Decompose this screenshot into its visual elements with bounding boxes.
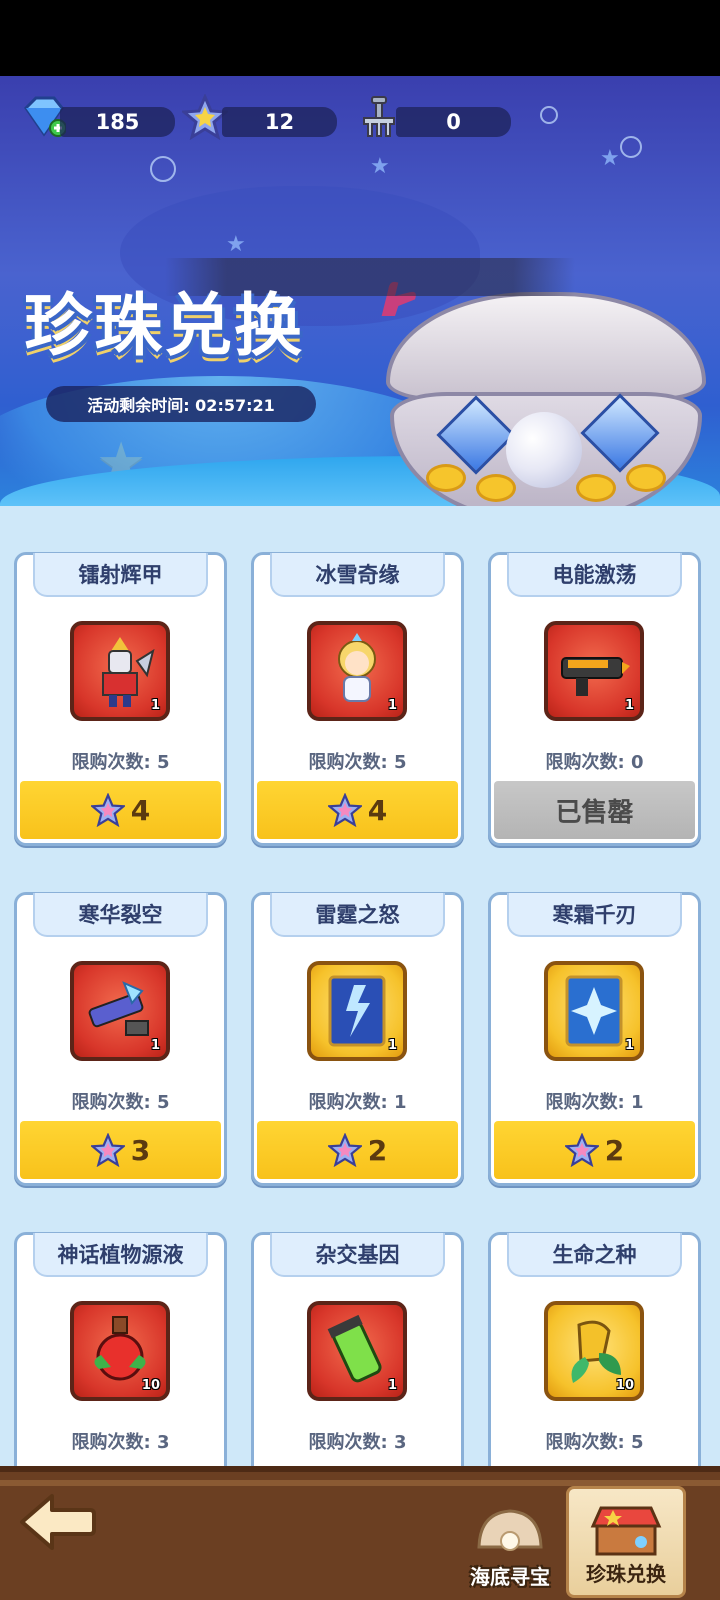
item-quantity: 1	[387, 1038, 397, 1053]
buy-button[interactable]: 4	[20, 781, 221, 839]
shop-item-card[interactable]: 电能激荡 1 限购次数: 0 已售罄	[488, 552, 701, 846]
item-name: 冰雪奇缘	[270, 553, 445, 597]
buy-button[interactable]: 2	[257, 1121, 458, 1179]
item-name: 神话植物源液	[33, 1233, 208, 1277]
item-quantity: 10	[615, 1378, 634, 1393]
buy-button[interactable]: 4	[257, 781, 458, 839]
bubble-decoration	[150, 156, 176, 182]
price-label: 4	[367, 793, 388, 827]
item-name: 寒霜千刃	[507, 893, 682, 937]
purchase-limit: 限购次数: 5	[545, 1432, 644, 1453]
item-quantity: 1	[387, 1378, 397, 1393]
thunder-card-icon: 1	[307, 961, 407, 1061]
item-name-text: 电能激荡	[552, 563, 637, 587]
item-name-text: 生命之种	[552, 1243, 637, 1267]
tab-treasure-hunt[interactable]: 海底寻宝	[450, 1486, 570, 1598]
tab-label: 珍珠兑换	[586, 1562, 666, 1586]
item-name-text: 神话植物源液	[57, 1243, 184, 1267]
purchase-limit: 限购次数: 1	[308, 1092, 407, 1113]
item-quantity: 10	[141, 1378, 160, 1393]
shop-stall-icon	[590, 1506, 662, 1556]
rake-counter: 0	[396, 107, 511, 137]
bubble-decoration	[620, 136, 642, 158]
item-name: 杂交基因	[270, 1233, 445, 1277]
frost-card-icon: 1	[544, 961, 644, 1061]
event-timer: 活动剩余时间: 02:57:21	[46, 386, 316, 422]
item-name-text: 杂交基因	[315, 1243, 400, 1267]
rake-count: 0	[446, 110, 461, 134]
price-label: 4	[130, 793, 151, 827]
star-decoration: ★	[226, 232, 246, 257]
shell-icon	[477, 1509, 543, 1551]
electric-gun-icon: 1	[544, 621, 644, 721]
star-decoration: ★	[600, 146, 620, 171]
gene-tube-icon: 1	[307, 1301, 407, 1401]
item-name: 雷霆之怒	[270, 893, 445, 937]
tab-pearl-exchange[interactable]: 珍珠兑换	[566, 1486, 686, 1598]
item-name-text: 寒霜千刃	[552, 903, 637, 927]
life-seed-icon: 10	[544, 1301, 644, 1401]
status-bar	[0, 0, 720, 76]
shop-item-card[interactable]: 寒华裂空 1 限购次数: 5 3	[14, 892, 227, 1186]
purchase-limit: 限购次数: 5	[308, 752, 407, 773]
item-name-text: 雷霆之怒	[315, 903, 400, 927]
star-shell-icon	[327, 793, 362, 827]
star-counter: 12	[222, 107, 337, 137]
purchase-limit: 限购次数: 5	[71, 752, 170, 773]
item-name: 电能激荡	[507, 553, 682, 597]
shop-item-card[interactable]: 神话植物源液 10 限购次数: 3	[14, 1232, 227, 1466]
item-quantity: 1	[150, 698, 160, 713]
shop-item-card[interactable]: 杂交基因 1 限购次数: 3	[251, 1232, 464, 1466]
purchase-limit: 限购次数: 1	[545, 1092, 644, 1113]
ice-cannon-icon: 1	[70, 961, 170, 1061]
star-count: 12	[264, 110, 295, 134]
item-quantity: 1	[150, 1038, 160, 1053]
bottom-nav: 海底寻宝 珍珠兑换	[0, 1466, 720, 1600]
ice-prince-character-icon: 1	[307, 621, 407, 721]
buy-button[interactable]: 2	[494, 1121, 695, 1179]
item-name-text: 寒华裂空	[78, 903, 163, 927]
item-name-text: 镭射辉甲	[78, 563, 163, 587]
gem-count: 185	[95, 110, 140, 134]
star-shell-icon	[327, 1133, 362, 1167]
exchange-shop-panel: 镭射辉甲 1 限购次数: 5 4 冰雪奇缘 1 限购次数: 5 4 电能激荡 1 限购次数: 0 已售…	[0, 506, 720, 1466]
item-name: 寒华裂空	[33, 893, 208, 937]
star-shell-icon	[90, 793, 125, 827]
shop-item-card[interactable]: 镭射辉甲 1 限购次数: 5 4	[14, 552, 227, 846]
item-name: 生命之种	[507, 1233, 682, 1277]
tab-label: 海底寻宝	[470, 1565, 550, 1589]
back-arrow-icon[interactable]	[16, 1490, 98, 1554]
star-shell-icon	[564, 1133, 599, 1167]
price-label: 2	[604, 1133, 625, 1167]
item-name-text: 冰雪奇缘	[315, 563, 400, 587]
shop-item-card[interactable]: 生命之种 10 限购次数: 5	[488, 1232, 701, 1466]
purchase-limit: 限购次数: 5	[71, 1092, 170, 1113]
shop-item-card[interactable]: 寒霜千刃 1 限购次数: 1 2	[488, 892, 701, 1186]
bubble-decoration	[540, 106, 558, 124]
purchase-limit: 限购次数: 0	[545, 752, 644, 773]
star-decoration: ★	[370, 154, 390, 179]
item-quantity: 1	[387, 698, 397, 713]
item-name: 镭射辉甲	[33, 553, 208, 597]
price-label: 2	[367, 1133, 388, 1167]
price-label: 已售罄	[555, 797, 634, 828]
sold-out-button: 已售罄	[494, 781, 695, 839]
item-quantity: 1	[624, 1038, 634, 1053]
star-shell-icon	[90, 1133, 125, 1167]
purchase-limit: 限购次数: 3	[308, 1432, 407, 1453]
gem-counter: 185	[60, 107, 175, 137]
pearl-clam-illustration	[386, 292, 706, 516]
item-quantity: 1	[624, 698, 634, 713]
price-label: 3	[130, 1133, 151, 1167]
shop-item-card[interactable]: 雷霆之怒 1 限购次数: 1 2	[251, 892, 464, 1186]
purchase-limit: 限购次数: 3	[71, 1432, 170, 1453]
potion-flask-icon: 10	[70, 1301, 170, 1401]
laser-armor-robot-icon: 1	[70, 621, 170, 721]
buy-button[interactable]: 3	[20, 1121, 221, 1179]
shop-item-card[interactable]: 冰雪奇缘 1 限购次数: 5 4	[251, 552, 464, 846]
page-title: 珍珠兑换	[24, 287, 305, 366]
